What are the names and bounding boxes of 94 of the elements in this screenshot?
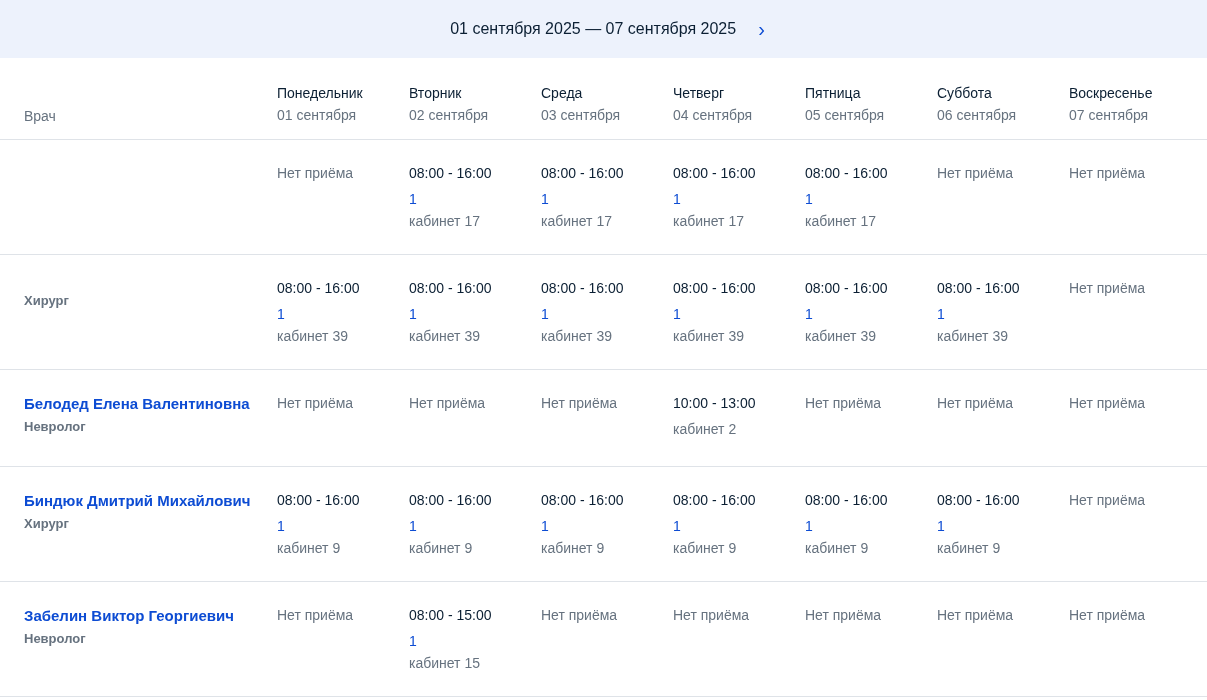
slots-count-link[interactable]: 1 — [937, 303, 945, 325]
no-appointment-text: Нет приёма — [1069, 164, 1146, 183]
weekday-header: Воскресенье — [1069, 84, 1153, 103]
no-appointment-text: Нет приёма — [937, 606, 1014, 625]
no-appointment-text: Нет приёма — [1069, 279, 1146, 298]
doctor-name-link[interactable]: Биндюк Дмитрий Михайлович — [24, 489, 251, 513]
date-header: 01 сентября — [277, 106, 357, 125]
room-text: кабинет 9 — [937, 539, 1001, 558]
slots-count-link[interactable]: 1 — [541, 303, 549, 325]
shift-time: 08:00 - 16:00 — [541, 164, 624, 183]
weekday-header: Пятница — [805, 84, 861, 103]
room-text: кабинет 17 — [409, 212, 480, 231]
slots-count-link[interactable]: 1 — [409, 515, 417, 537]
room-text: кабинет 39 — [673, 327, 744, 346]
room-text: кабинет 9 — [277, 539, 341, 558]
shift-time: 08:00 - 16:00 — [805, 491, 888, 510]
no-appointment-text: Нет приёма — [277, 394, 354, 413]
shift-time: 08:00 - 16:00 — [409, 279, 492, 298]
weekday-header: Суббота — [937, 84, 992, 103]
slots-count-link[interactable]: 1 — [805, 303, 813, 325]
next-week-button[interactable]: › — [754, 19, 769, 39]
doctor-name-link[interactable]: Забелин Виктор Георгиевич — [24, 604, 234, 628]
room-text: кабинет 39 — [409, 327, 480, 346]
shift-time: 08:00 - 16:00 — [409, 491, 492, 510]
doctor-column-header: Врач — [24, 107, 56, 126]
no-appointment-text: Нет приёма — [937, 394, 1014, 413]
room-text: кабинет 17 — [673, 212, 744, 231]
room-text: кабинет 17 — [541, 212, 612, 231]
slots-count-link[interactable]: 1 — [541, 515, 549, 537]
shift-time: 08:00 - 16:00 — [937, 491, 1020, 510]
slots-count-link[interactable]: 1 — [409, 303, 417, 325]
room-text: кабинет 9 — [409, 539, 473, 558]
shift-time: 08:00 - 16:00 — [673, 164, 756, 183]
no-appointment-text: Нет приёма — [409, 394, 486, 413]
shift-time: 08:00 - 16:00 — [277, 491, 360, 510]
no-appointment-text: Нет приёма — [1069, 394, 1146, 413]
weekday-header: Вторник — [409, 84, 462, 103]
shift-time: 08:00 - 16:00 — [805, 279, 888, 298]
no-appointment-text: Нет приёма — [541, 606, 618, 625]
no-appointment-text: Нет приёма — [1069, 606, 1146, 625]
no-appointment-text: Нет приёма — [541, 394, 618, 413]
date-header: 06 сентября — [937, 106, 1017, 125]
no-appointment-text: Нет приёма — [1069, 491, 1146, 510]
date-header: 05 сентября — [805, 106, 885, 125]
room-text: кабинет 39 — [277, 327, 348, 346]
shift-time: 10:00 - 13:00 — [673, 394, 756, 413]
shift-time: 08:00 - 16:00 — [541, 491, 624, 510]
room-text: кабинет 9 — [805, 539, 869, 558]
shift-time: 08:00 - 16:00 — [277, 279, 360, 298]
slots-count-link[interactable]: 1 — [277, 515, 285, 537]
doctor-name-link[interactable]: Белодед Елена Валентиновна — [24, 392, 250, 416]
no-appointment-text: Нет приёма — [805, 606, 882, 625]
room-text: кабинет 15 — [409, 654, 480, 673]
slots-count-link[interactable]: 1 — [409, 630, 417, 652]
room-text: кабинет 9 — [541, 539, 605, 558]
slots-count-link[interactable]: 1 — [409, 188, 417, 210]
weekday-header: Среда — [541, 84, 583, 103]
no-appointment-text: Нет приёма — [673, 606, 750, 625]
slots-count-link[interactable]: 1 — [805, 188, 813, 210]
room-text: кабинет 9 — [673, 539, 737, 558]
date-header: 02 сентября — [409, 106, 489, 125]
week-range: 01 сентября 2025 — 07 сентября 2025 — [450, 20, 737, 38]
slots-count-link[interactable]: 1 — [805, 515, 813, 537]
date-header: 04 сентября — [673, 106, 753, 125]
shift-time: 08:00 - 15:00 — [409, 606, 492, 625]
slots-count-link[interactable]: 1 — [277, 303, 285, 325]
doctor-specialty: Невролог — [24, 630, 86, 648]
date-header: 07 сентября — [1069, 106, 1149, 125]
shift-time: 08:00 - 16:00 — [805, 164, 888, 183]
shift-time: 08:00 - 16:00 — [673, 279, 756, 298]
room-text: кабинет 39 — [541, 327, 612, 346]
slots-count-link[interactable]: 1 — [673, 515, 681, 537]
date-header: 03 сентября — [541, 106, 621, 125]
no-appointment-text: Нет приёма — [937, 164, 1014, 183]
no-appointment-text: Нет приёма — [277, 606, 354, 625]
slots-count-link[interactable]: 1 — [937, 515, 945, 537]
doctor-specialty: Невролог — [24, 418, 86, 436]
slots-count-link[interactable]: 1 — [673, 188, 681, 210]
doctor-specialty: Хирург — [24, 515, 69, 533]
shift-time: 08:00 - 16:00 — [937, 279, 1020, 298]
weekday-header: Четверг — [673, 84, 725, 103]
weekday-header: Понедельник — [277, 84, 363, 103]
shift-time: 08:00 - 16:00 — [541, 279, 624, 298]
room-text: кабинет 39 — [937, 327, 1008, 346]
slots-count-link[interactable]: 1 — [673, 303, 681, 325]
no-appointment-text: Нет приёма — [805, 394, 882, 413]
shift-time: 08:00 - 16:00 — [673, 491, 756, 510]
doctor-specialty: Хирург — [24, 292, 69, 310]
room-text: кабинет 39 — [805, 327, 876, 346]
slots-count-link[interactable]: 1 — [541, 188, 549, 210]
room-text: кабинет 17 — [805, 212, 876, 231]
shift-time: 08:00 - 16:00 — [409, 164, 492, 183]
no-appointment-text: Нет приёма — [277, 164, 354, 183]
room-text: кабинет 2 — [673, 420, 737, 439]
